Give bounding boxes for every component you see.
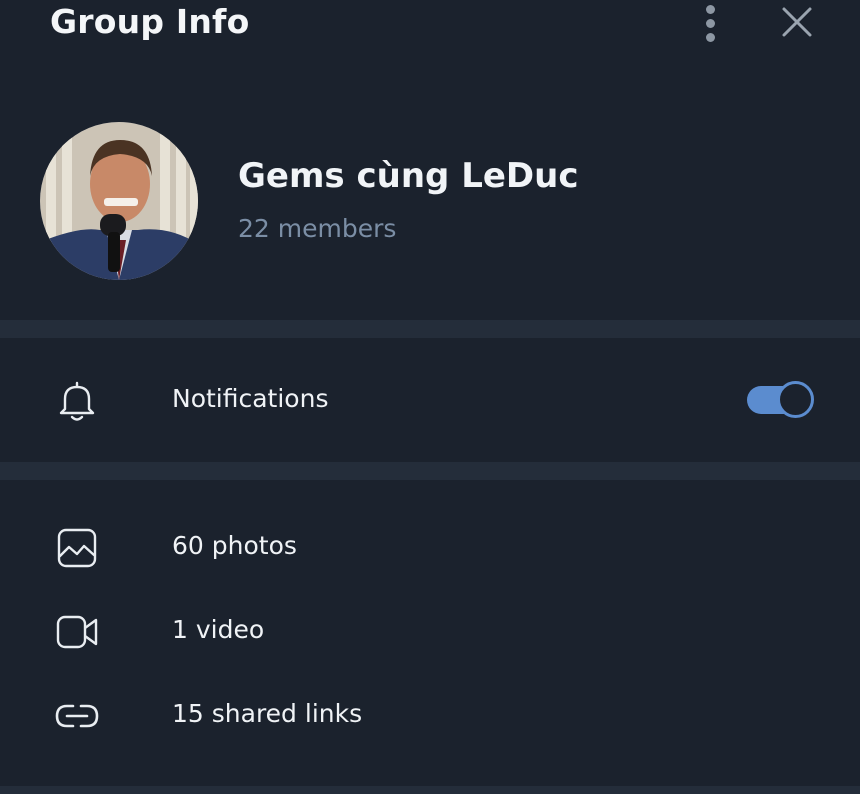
close-icon[interactable] (778, 3, 816, 41)
notifications-label: Notifications (172, 384, 329, 413)
link-icon (54, 693, 100, 739)
section-divider (0, 320, 860, 338)
more-vertical-icon[interactable] (697, 2, 725, 44)
video-icon (54, 609, 100, 655)
toggle-knob (777, 381, 814, 418)
photo-icon (54, 525, 100, 571)
header: Group Info (0, 0, 860, 60)
section-divider (0, 786, 860, 794)
page-title: Group Info (50, 2, 250, 41)
notifications-row[interactable]: Notifications (0, 338, 860, 462)
group-name: Gems cùng LeDuc (238, 156, 579, 196)
photos-label: 60 photos (172, 531, 297, 560)
section-divider (0, 462, 860, 480)
bell-icon (54, 378, 100, 424)
notifications-toggle[interactable] (747, 380, 815, 420)
videos-label: 1 video (172, 615, 265, 644)
media-row-videos[interactable]: 1 video (0, 604, 860, 660)
links-label: 15 shared links (172, 699, 363, 728)
media-row-links[interactable]: 15 shared links (0, 688, 860, 744)
group-profile: Gems cùng LeDuc 22 members (0, 100, 860, 320)
media-row-photos[interactable]: 60 photos (0, 520, 860, 576)
avatar[interactable] (40, 122, 198, 280)
member-count[interactable]: 22 members (238, 214, 396, 243)
